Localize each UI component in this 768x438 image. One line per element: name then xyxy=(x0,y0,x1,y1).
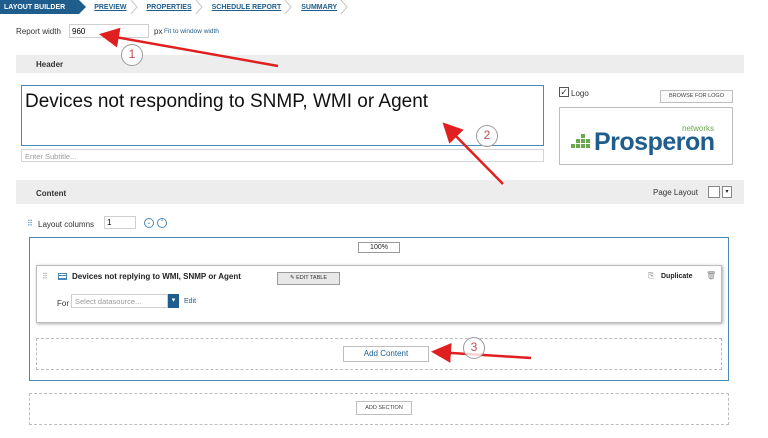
add-section-button[interactable]: ADD SECTION xyxy=(356,401,412,415)
breadcrumb: LAYOUT BUILDER PREVIEW PROPERTIES SCHEDU… xyxy=(0,0,768,14)
drag-handle-icon[interactable]: ⠿ xyxy=(27,219,33,228)
layout-columns-label: Layout columns xyxy=(38,220,95,229)
browse-for-logo-button[interactable]: BROWSE FOR LOGO xyxy=(660,90,733,103)
page-layout-selector[interactable] xyxy=(708,186,720,198)
for-label: For xyxy=(57,299,69,308)
datasource-dropdown-icon[interactable]: ▾ xyxy=(168,294,179,308)
column-width-label: 100% xyxy=(358,242,400,253)
annotation-badge-3: 3 xyxy=(463,337,485,359)
fit-to-window-link[interactable]: Fit to window width xyxy=(164,28,219,35)
breadcrumb-label: PROPERTIES xyxy=(146,3,192,11)
breadcrumb-label: PREVIEW xyxy=(94,3,127,11)
report-width-label: Report width xyxy=(16,27,61,36)
annotation-badge-2: 2 xyxy=(476,125,498,147)
edit-datasource-link[interactable]: Edit xyxy=(184,298,196,305)
header-section-title: Header xyxy=(36,60,64,69)
content-section-bar: Content xyxy=(16,180,744,204)
table-icon xyxy=(58,273,67,280)
page-layout-label: Page Layout xyxy=(653,188,698,197)
chevron-right-icon xyxy=(284,0,292,14)
datasource-select[interactable]: Select datasource... xyxy=(71,294,168,308)
duplicate-button[interactable]: Duplicate xyxy=(661,273,693,280)
page-layout-dropdown-icon[interactable]: ▾ xyxy=(722,186,732,198)
edit-table-label: EDIT TABLE xyxy=(296,275,327,281)
logo-checkbox[interactable]: ✓ xyxy=(559,87,569,97)
breadcrumb-properties[interactable]: PROPERTIES xyxy=(141,0,206,14)
edit-table-button[interactable]: ✎ EDIT TABLE xyxy=(277,272,340,285)
breadcrumb-schedule-report[interactable]: SCHEDULE REPORT xyxy=(206,0,296,14)
breadcrumb-label: SUMMARY xyxy=(301,3,338,11)
annotation-badge-1: 1 xyxy=(121,44,143,66)
duplicate-icon[interactable]: ⎘ xyxy=(648,271,654,281)
layout-columns-input[interactable] xyxy=(104,216,136,229)
chevron-up-icon[interactable]: ⌃ xyxy=(157,218,167,228)
chevron-down-icon[interactable]: ⌄ xyxy=(144,218,154,228)
chevron-right-icon xyxy=(340,0,348,14)
chevron-right-icon xyxy=(195,0,203,14)
report-title[interactable]: Devices not responding to SNMP, WMI or A… xyxy=(25,91,428,113)
panel-title: Devices not replying to WMI, SNMP or Age… xyxy=(72,272,241,281)
add-content-button[interactable]: Add Content xyxy=(343,346,429,362)
logo-brand-text: Prosperon xyxy=(594,128,715,156)
chevron-right-icon xyxy=(130,0,138,14)
subtitle-input[interactable]: Enter Subtitle... xyxy=(21,149,544,162)
breadcrumb-label: LAYOUT BUILDER xyxy=(4,3,66,11)
report-width-unit: px xyxy=(154,27,163,36)
panel-drag-handle-icon[interactable]: ⠿ xyxy=(42,272,48,281)
breadcrumb-layout-builder[interactable]: LAYOUT BUILDER xyxy=(0,0,87,14)
report-width-input[interactable] xyxy=(69,24,149,38)
logo-label: Logo xyxy=(571,89,589,98)
breadcrumb-summary[interactable]: SUMMARY xyxy=(295,0,351,14)
trash-icon[interactable]: 🗑 xyxy=(706,271,716,280)
logo-bars-icon xyxy=(571,134,590,148)
breadcrumb-label: SCHEDULE REPORT xyxy=(211,3,282,11)
content-section-title: Content xyxy=(36,189,67,198)
breadcrumb-preview[interactable]: PREVIEW xyxy=(88,0,140,14)
